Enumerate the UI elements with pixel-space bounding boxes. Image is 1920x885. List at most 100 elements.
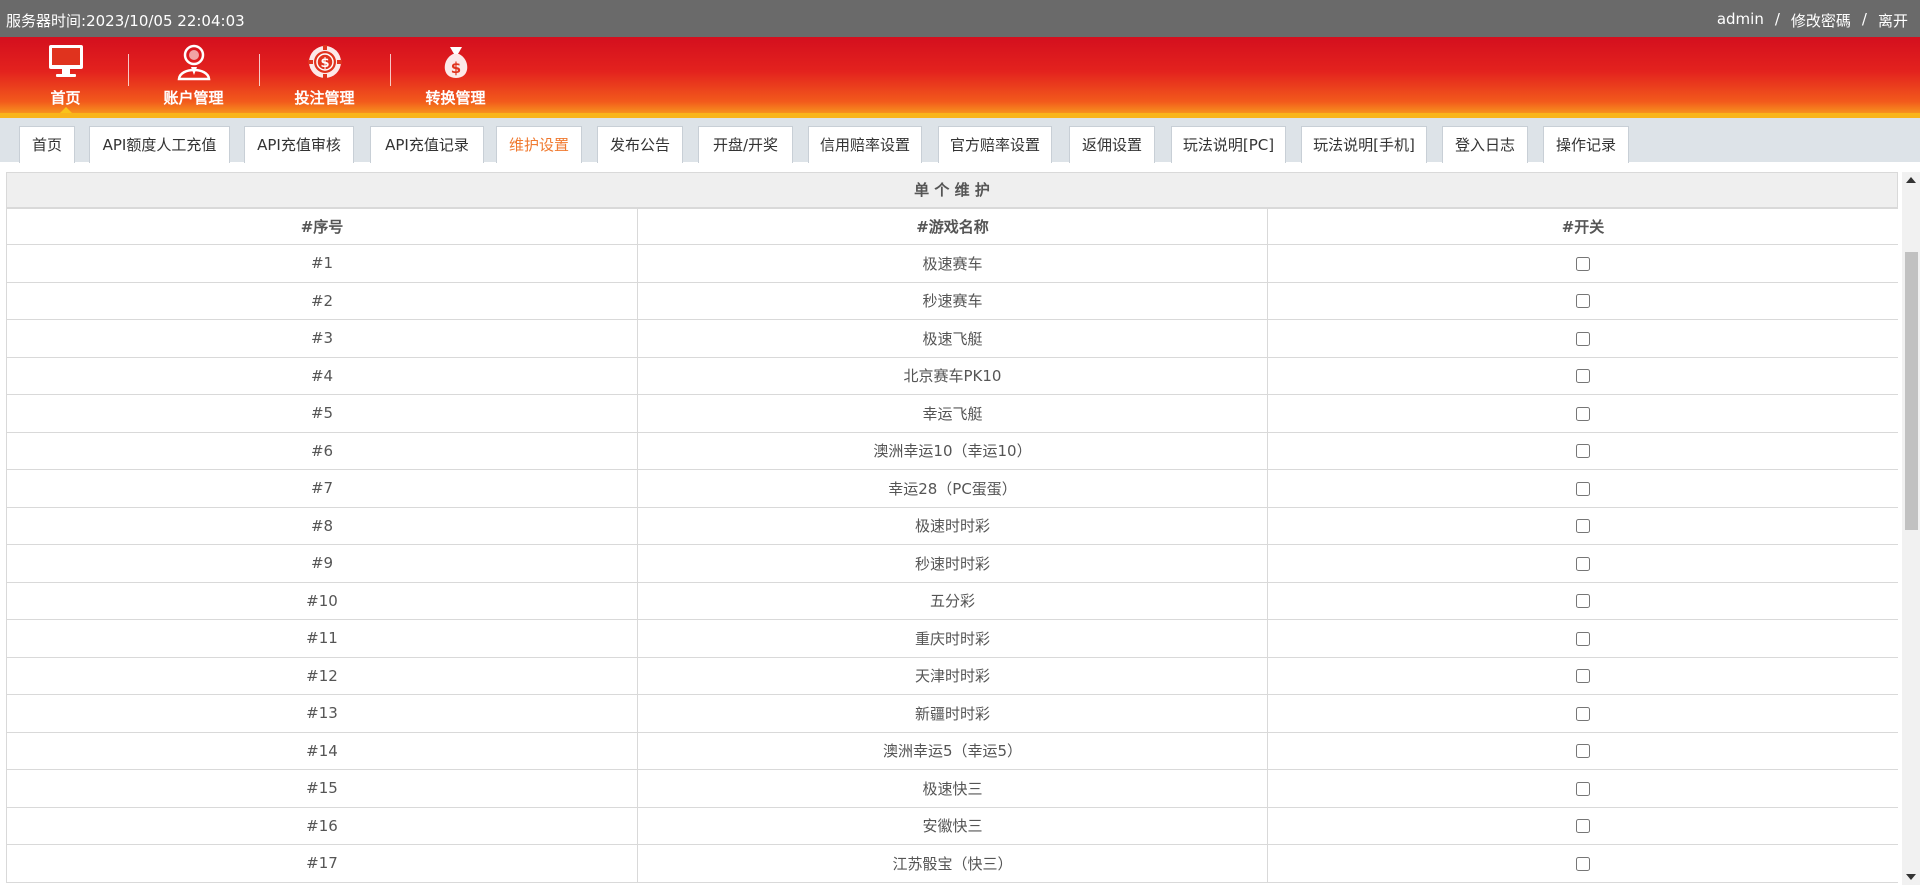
tab-credit-odds[interactable]: 信用赔率设置	[808, 126, 922, 163]
switch-cell	[1267, 281, 1898, 320]
tab-rebate-settings[interactable]: 返佣设置	[1069, 126, 1155, 163]
maintenance-switch-checkbox[interactable]	[1576, 631, 1590, 646]
game-name: 幸运28（PC蛋蛋）	[637, 469, 1268, 508]
row-number: #1	[6, 244, 638, 283]
maintenance-switch-checkbox[interactable]	[1576, 706, 1590, 721]
maintenance-table-panel: 单 个 维 护 #序号 #游戏名称 #开关 #1 极速赛车 #2 秒速赛车 #3 极速飞艇…	[6, 172, 1898, 885]
switch-cell	[1267, 394, 1898, 433]
maintenance-switch-checkbox[interactable]	[1576, 669, 1590, 684]
tab-official-odds[interactable]: 官方赔率设置	[938, 126, 1052, 163]
tab-announcements[interactable]: 发布公告	[597, 126, 683, 163]
top-bar: 服务器时间:2023/10/05 22:04:03 admin / 修改密碼 /…	[0, 0, 1920, 37]
scrollbar-thumb[interactable]	[1905, 252, 1918, 530]
tab-api-recharge-records[interactable]: API充值记录	[370, 126, 484, 163]
tab-open-draw[interactable]: 开盘/开奖	[698, 126, 793, 163]
svg-text:$: $	[320, 56, 329, 71]
table-row: #8 极速时时彩	[6, 506, 1898, 545]
nav-item-accounts[interactable]: 账户管理	[128, 37, 259, 113]
nav-item-label: 首页	[50, 89, 81, 107]
table-title: 单 个 维 护	[6, 172, 1898, 208]
maintenance-switch-checkbox[interactable]	[1576, 856, 1590, 871]
game-name: 极速时时彩	[637, 506, 1268, 545]
game-name: 五分彩	[637, 581, 1268, 620]
tab-api-recharge-review[interactable]: API充值审核	[244, 126, 354, 163]
row-number: #2	[6, 281, 638, 320]
logout-link[interactable]: 离开	[1878, 10, 1908, 31]
row-number: #6	[6, 431, 638, 470]
tab-login-log[interactable]: 登入日志	[1442, 126, 1528, 163]
switch-cell	[1267, 581, 1898, 620]
vertical-scrollbar[interactable]	[1902, 172, 1920, 885]
maintenance-switch-checkbox[interactable]	[1576, 556, 1590, 571]
nav-item-label: 账户管理	[163, 89, 224, 107]
column-header-game-name: #游戏名称	[637, 208, 1268, 245]
row-number: #3	[6, 319, 638, 358]
row-number: #16	[6, 806, 638, 845]
game-name: 北京赛车PK10	[637, 356, 1268, 395]
switch-cell	[1267, 356, 1898, 395]
maintenance-switch-checkbox[interactable]	[1576, 444, 1590, 459]
maintenance-switch-checkbox[interactable]	[1576, 369, 1590, 384]
row-number: #10	[6, 581, 638, 620]
tab-api-manual-recharge[interactable]: API额度人工充值	[89, 126, 230, 163]
switch-cell	[1267, 469, 1898, 508]
game-name: 极速飞艇	[637, 319, 1268, 358]
table-row: #14 澳洲幸运5（幸运5）	[6, 731, 1898, 770]
username-link[interactable]: admin	[1717, 10, 1764, 31]
game-name: 极速赛车	[637, 244, 1268, 283]
table-row: #17 江苏骰宝（快三）	[6, 844, 1898, 883]
tab-maintenance-settings[interactable]: 维护设置	[496, 126, 582, 163]
row-number: #9	[6, 544, 638, 583]
table-row: #12 天津时时彩	[6, 656, 1898, 695]
column-header-no: #序号	[6, 208, 638, 245]
change-password-link[interactable]: 修改密碼	[1791, 10, 1851, 31]
table-row: #5 幸运飞艇	[6, 394, 1898, 433]
maintenance-switch-checkbox[interactable]	[1576, 519, 1590, 534]
table-row: #7 幸运28（PC蛋蛋）	[6, 469, 1898, 508]
game-name: 幸运飞艇	[637, 394, 1268, 433]
switch-cell	[1267, 431, 1898, 470]
server-time-label: 服务器时间:	[6, 12, 87, 30]
table-header-row: #序号 #游戏名称 #开关	[6, 208, 1898, 245]
table-row: #10 五分彩	[6, 581, 1898, 620]
column-header-switch: #开关	[1267, 208, 1898, 245]
maintenance-switch-checkbox[interactable]	[1576, 744, 1590, 759]
switch-cell	[1267, 694, 1898, 733]
game-name: 澳洲幸运10（幸运10）	[637, 431, 1268, 470]
maintenance-table: #序号 #游戏名称 #开关 #1 极速赛车 #2 秒速赛车 #3 极速飞艇 #4 北京赛车PK…	[6, 208, 1898, 883]
game-name: 极速快三	[637, 769, 1268, 808]
switch-cell	[1267, 506, 1898, 545]
separator: /	[1861, 10, 1867, 28]
maintenance-switch-checkbox[interactable]	[1576, 481, 1590, 496]
tab-rules-mobile[interactable]: 玩法说明[手机]	[1301, 126, 1427, 163]
table-row: #1 极速赛车	[6, 244, 1898, 283]
row-number: #12	[6, 656, 638, 695]
game-name: 安徽快三	[637, 806, 1268, 845]
table-row: #4 北京赛车PK10	[6, 356, 1898, 395]
switch-cell	[1267, 731, 1898, 770]
maintenance-switch-checkbox[interactable]	[1576, 406, 1590, 421]
table-row: #11 重庆时时彩	[6, 619, 1898, 658]
nav-item-bets[interactable]: $ 投注管理	[259, 37, 390, 113]
tab-home[interactable]: 首页	[19, 126, 75, 163]
game-name: 江苏骰宝（快三）	[637, 844, 1268, 883]
maintenance-switch-checkbox[interactable]	[1576, 594, 1590, 609]
tab-rules-pc[interactable]: 玩法说明[PC]	[1171, 126, 1286, 163]
nav-item-home[interactable]: 首页	[0, 37, 131, 114]
separator: /	[1774, 10, 1780, 28]
server-time-value: 2023/10/05 22:04:03	[86, 12, 245, 30]
maintenance-switch-checkbox[interactable]	[1576, 331, 1590, 346]
maintenance-switch-checkbox[interactable]	[1576, 294, 1590, 309]
scroll-down-arrow-icon[interactable]	[1906, 874, 1916, 880]
nav-item-label: 转换管理	[425, 89, 486, 107]
maintenance-switch-checkbox[interactable]	[1576, 781, 1590, 796]
monitor-icon	[48, 45, 83, 77]
main-header: 首页 账户管理 $ 投注管理 $ 转换管理	[0, 37, 1920, 118]
row-number: #4	[6, 356, 638, 395]
nav-item-transfers[interactable]: $ 转换管理	[390, 37, 521, 113]
scroll-up-arrow-icon[interactable]	[1906, 177, 1916, 183]
maintenance-switch-checkbox[interactable]	[1576, 819, 1590, 834]
row-number: #17	[6, 844, 638, 883]
tab-operation-log[interactable]: 操作记录	[1543, 126, 1629, 163]
maintenance-switch-checkbox[interactable]	[1576, 256, 1590, 271]
